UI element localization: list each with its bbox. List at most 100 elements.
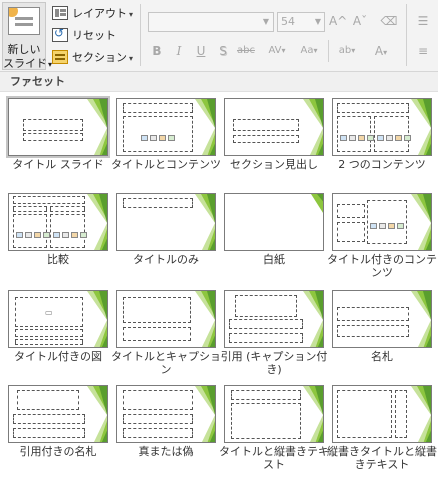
layout-thumbnail: ▭ (8, 290, 108, 348)
layout-label: レイアウト (72, 5, 133, 21)
new-slide-label-line2: スライド (3, 55, 47, 71)
section-label: セクション (72, 49, 133, 65)
shrink-font-icon: Aˇ (352, 14, 368, 28)
placeholder-box (337, 307, 409, 321)
content-icons (53, 228, 93, 238)
shadow-label: S (219, 44, 227, 58)
case-label: Aa (300, 45, 314, 56)
placeholder-box (374, 116, 411, 152)
ribbon-divider-2 (406, 4, 407, 66)
layout-label: 縦書きタイトルと縦書きテキスト (327, 445, 437, 471)
placeholder-box (337, 116, 374, 152)
ribbon-divider-3 (328, 40, 329, 62)
new-slide-button[interactable]: 新しい スライド (2, 2, 47, 71)
placeholder-box (13, 214, 50, 248)
font-name-dropdown-icon[interactable]: ▼ (259, 13, 273, 31)
placeholder-box (123, 390, 193, 410)
placeholder-box (233, 135, 299, 143)
placeholder-box (15, 339, 83, 345)
font-color-button[interactable]: A▾ (370, 42, 392, 60)
content-icons (377, 131, 417, 141)
layout-thumbnail (116, 290, 216, 348)
bold-label: B (152, 44, 162, 58)
content-icons (370, 219, 410, 229)
italic-label: I (176, 44, 182, 58)
placeholder-box (229, 319, 303, 329)
layout-label: タイトルとキャプション (111, 350, 221, 376)
font-size-dropdown-icon[interactable]: ▼ (312, 13, 324, 31)
placeholder-box: ▭ (15, 297, 83, 327)
placeholder-box (123, 428, 193, 438)
placeholder-box (337, 204, 365, 218)
content-icons (141, 131, 181, 141)
grow-font-icon: A^ (329, 14, 348, 28)
layout-label: タイトル付きのコンテンツ (327, 253, 437, 279)
placeholder-box (337, 222, 365, 242)
font-color-label: A (374, 44, 384, 58)
change-case-button[interactable]: Aa▾ (296, 42, 322, 60)
ribbon-divider (140, 4, 141, 66)
reset-button[interactable]: リセット (52, 26, 116, 44)
placeholder-box (50, 206, 85, 212)
spacing-label: AV (268, 45, 282, 56)
section-icon (52, 50, 68, 64)
placeholder-box (123, 198, 193, 208)
placeholder-box (123, 103, 193, 113)
layout-thumbnail (8, 385, 108, 443)
layout-label: タイトル スライド (12, 158, 104, 171)
layout-label: 白紙 (263, 253, 285, 266)
shadow-button[interactable]: S (216, 42, 230, 60)
placeholder-box (337, 103, 409, 113)
highlight-label: ab (338, 45, 352, 56)
placeholder-box (13, 206, 47, 212)
layout-label: タイトル付きの図 (14, 350, 102, 363)
align-icon: ≡ (417, 44, 429, 58)
layout-thumbnail (224, 193, 324, 251)
font-name-combo[interactable]: ▼ (148, 12, 274, 32)
highlight-button[interactable]: ab▾ (334, 42, 360, 60)
layout-label: 引用 (キャプション付き) (220, 350, 328, 376)
underline-button[interactable]: U (194, 42, 208, 60)
layout-thumbnail (332, 290, 432, 348)
layout-thumbnail (332, 385, 432, 443)
ribbon: 新しい スライド レイアウト リセット セクション ▼ 54 ▼ A^ Aˇ ⌫… (0, 0, 438, 72)
font-size-combo[interactable]: 54 ▼ (277, 12, 325, 32)
layout-thumbnail (6, 96, 110, 158)
placeholder-box (13, 196, 85, 204)
new-slide-icon (8, 7, 40, 35)
placeholder-box (50, 214, 87, 248)
character-spacing-button[interactable]: AV▾ (264, 42, 290, 60)
layout-label: タイトルのみ (133, 253, 199, 266)
layout-thumbnail (224, 98, 324, 156)
layout-thumbnail (224, 290, 324, 348)
layout-thumbnail (8, 193, 108, 251)
picture-icon: ▭ (45, 308, 53, 317)
bullets-button[interactable]: ☰ (414, 12, 432, 30)
clear-formatting-button[interactable]: ⌫ (380, 12, 398, 30)
placeholder-box (231, 403, 301, 439)
font-size-value: 54 (281, 15, 295, 28)
placeholder-box (23, 133, 83, 141)
placeholder-box (123, 297, 191, 323)
italic-button[interactable]: I (172, 42, 186, 60)
align-button[interactable]: ≡ (414, 42, 432, 60)
placeholder-box (395, 390, 407, 438)
bullets-icon: ☰ (417, 14, 429, 28)
placeholder-box (23, 119, 83, 131)
shrink-font-button[interactable]: Aˇ (351, 12, 369, 30)
placeholder-box (367, 200, 407, 244)
layout-thumbnail (116, 98, 216, 156)
grow-font-button[interactable]: A^ (329, 12, 347, 30)
bold-button[interactable]: B (150, 42, 164, 60)
section-button[interactable]: セクション (52, 48, 133, 66)
strikethrough-button[interactable]: abc (234, 42, 258, 60)
layout-label: タイトルとコンテンツ (111, 158, 221, 171)
layout-button[interactable]: レイアウト (52, 4, 133, 22)
gallery-header: ファセット (0, 72, 438, 92)
reset-icon (52, 26, 68, 42)
placeholder-box (231, 390, 301, 400)
layout-label: 比較 (47, 253, 69, 266)
layout-thumbnail (332, 98, 432, 156)
layout-thumbnail (116, 193, 216, 251)
layout-label: 2 つのコンテンツ (338, 158, 426, 171)
